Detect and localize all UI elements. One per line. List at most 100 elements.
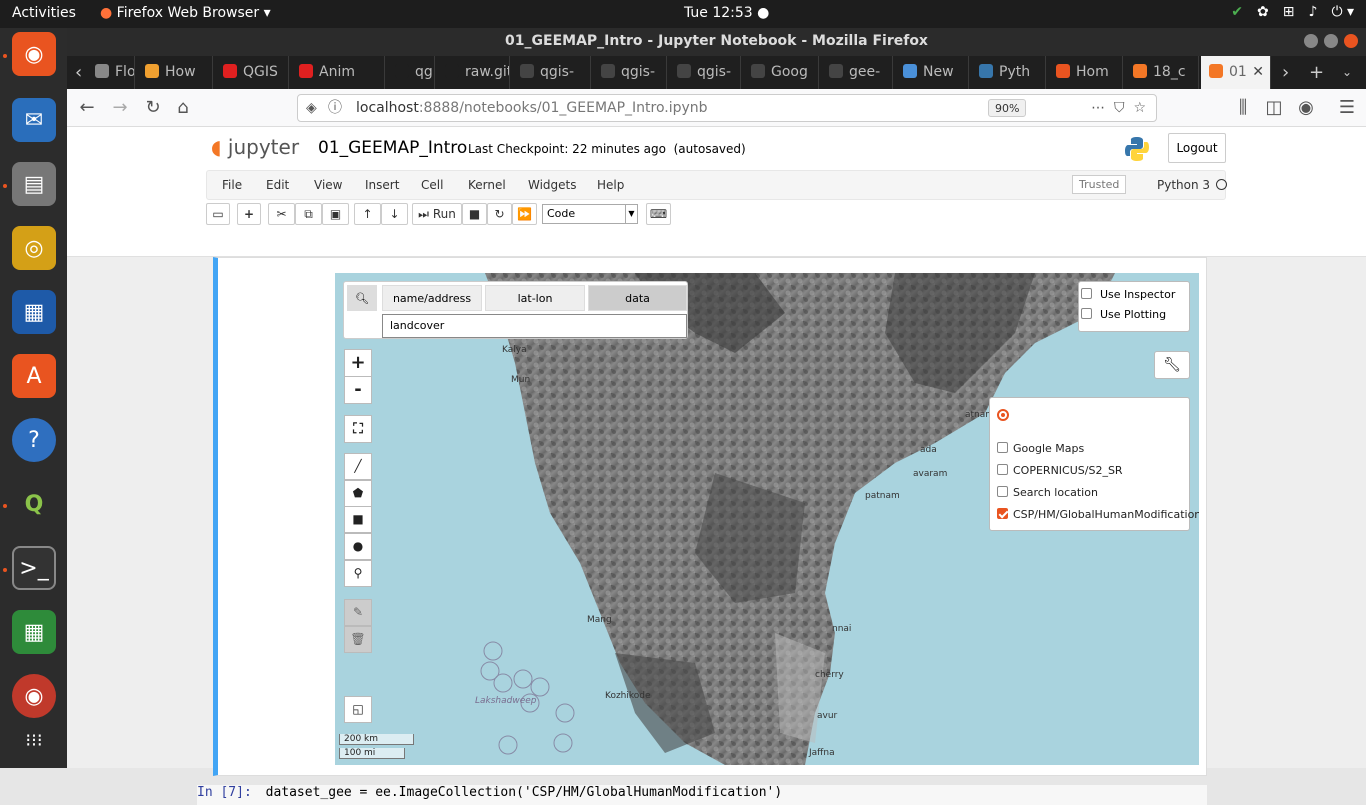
menu-widgets[interactable]: Widgets — [528, 178, 577, 192]
pocket-icon[interactable]: ⛉ — [1114, 100, 1125, 116]
command-palette-icon[interactable]: ⌨ — [646, 203, 671, 225]
info-icon[interactable]: ⓘ — [328, 95, 342, 121]
url-bar[interactable]: ◈ ⓘ localhost:8888/notebooks/01_GEEMAP_I… — [297, 94, 1157, 122]
browser-tab[interactable]: Pyth — [971, 56, 1046, 89]
close-window-button[interactable] — [1344, 34, 1358, 48]
move-up-icon[interactable]: ↑ — [354, 203, 381, 225]
browser-tab[interactable]: qgis-ear — [387, 56, 435, 89]
tab-list-icon[interactable]: ⌄ — [1342, 56, 1352, 89]
zoom-in-button[interactable]: + — [344, 349, 372, 377]
restart-run-all-icon[interactable]: ⏩ — [512, 203, 537, 225]
save-icon[interactable]: ▭ — [206, 203, 230, 225]
maximize-button[interactable] — [1324, 34, 1338, 48]
layer-row[interactable]: Search location — [997, 486, 1098, 499]
menu-help[interactable]: Help — [597, 178, 624, 192]
terminal-icon[interactable]: >_ — [12, 546, 56, 590]
browser-tab[interactable]: 18_c — [1125, 56, 1199, 89]
fullscreen-icon[interactable]: ⛶ — [344, 415, 372, 443]
system-tray[interactable]: ✔ ✿ ⊞ ♪ ⏻ ▾ — [1231, 4, 1354, 20]
menu-view[interactable]: View — [314, 178, 342, 192]
reload-icon[interactable]: ↻ — [141, 96, 165, 120]
run-button[interactable]: ⏭ Run — [412, 203, 462, 225]
calc-icon[interactable]: ▦ — [12, 610, 56, 654]
layer-checkbox[interactable] — [997, 464, 1008, 475]
browser-tab[interactable]: Anim — [291, 56, 385, 89]
scroll-tabs-left-icon[interactable]: ‹ — [75, 56, 82, 89]
menu-insert[interactable]: Insert — [365, 178, 399, 192]
wrench-icon[interactable]: 🔧︎ — [1154, 351, 1190, 379]
logout-button[interactable]: Logout — [1168, 133, 1226, 163]
minimize-button[interactable] — [1304, 34, 1318, 48]
copy-icon[interactable]: ⧉ — [295, 203, 322, 225]
software-center-icon[interactable]: A — [12, 354, 56, 398]
settings-icon[interactable]: ✿ — [1257, 4, 1269, 20]
browser-tab[interactable]: qgis- — [593, 56, 667, 89]
hamburger-menu-icon[interactable]: ☰ — [1335, 96, 1359, 120]
next-code-cell[interactable]: In [7]: dataset_gee = ee.ImageCollection… — [197, 785, 1207, 805]
draw-circle-icon[interactable]: ● — [344, 533, 372, 560]
power-icon[interactable]: ⏻ ▾ — [1331, 4, 1354, 20]
clock[interactable]: Tue 12:53 ● — [684, 5, 769, 21]
scroll-tabs-right-icon[interactable]: › — [1282, 56, 1289, 89]
home-icon[interactable]: ⌂ — [171, 96, 195, 120]
draw-rectangle-icon[interactable]: ■ — [344, 506, 372, 533]
thunderbird-icon[interactable]: ✉ — [12, 98, 56, 142]
insert-cell-icon[interactable]: + — [237, 203, 261, 225]
app-menu[interactable]: ● Firefox Web Browser ▾ — [100, 5, 271, 21]
library-icon[interactable]: ⫼ — [1231, 96, 1255, 120]
search-icon[interactable]: 🔍︎ — [347, 285, 377, 311]
browser-tab[interactable]: Goog — [743, 56, 819, 89]
interrupt-icon[interactable]: ■ — [462, 203, 487, 225]
layer-checkbox[interactable] — [997, 442, 1008, 453]
show-apps-icon[interactable]: ⁝⁝⁝ — [12, 718, 56, 762]
output-cell[interactable]: Kalya Mun atnam ada avaram patnam Mang n… — [213, 257, 1207, 776]
jupyter-logo[interactable]: ◖ jupyter — [211, 135, 299, 159]
paste-icon[interactable]: ▣ — [322, 203, 349, 225]
files-icon[interactable]: ▤ — [12, 162, 56, 206]
browser-tab[interactable]: qgis- — [669, 56, 741, 89]
menu-cell[interactable]: Cell — [421, 178, 443, 192]
close-tab-icon[interactable]: ✕ — [1252, 56, 1264, 89]
menu-file[interactable]: File — [222, 178, 242, 192]
qgis-icon[interactable]: Q — [12, 482, 56, 526]
search-tab-data[interactable]: data — [588, 285, 687, 311]
basemap-radio[interactable] — [997, 409, 1009, 421]
writer-icon[interactable]: ▦ — [12, 290, 56, 334]
menu-kernel[interactable]: Kernel — [468, 178, 506, 192]
forward-icon[interactable]: → — [108, 96, 132, 120]
map-widget[interactable]: Kalya Mun atnam ada avaram patnam Mang n… — [335, 273, 1199, 765]
bookmark-star-icon[interactable]: ☆ — [1133, 100, 1146, 116]
activities-button[interactable]: Activities — [12, 5, 76, 21]
zoom-indicator[interactable]: 90% — [988, 99, 1027, 117]
cell-type-select[interactable]: Code ▼ — [542, 204, 638, 224]
search-tab-lat-lon[interactable]: lat-lon — [485, 285, 585, 311]
restart-icon[interactable]: ↻ — [487, 203, 512, 225]
edit-layers-icon[interactable]: ✎ — [344, 599, 372, 626]
network-icon[interactable]: ⊞ — [1283, 4, 1295, 20]
checkbox[interactable] — [1081, 288, 1092, 299]
layer-row[interactable]: CSP/HM/GlobalHumanModification — [997, 508, 1199, 521]
layer-checkbox[interactable] — [997, 486, 1008, 497]
move-down-icon[interactable]: ↓ — [381, 203, 408, 225]
browser-tab[interactable]: Flooc — [87, 56, 135, 89]
measure-icon[interactable]: ◱ — [344, 696, 372, 723]
search-input[interactable]: landcover — [382, 314, 687, 338]
trusted-indicator[interactable]: Trusted — [1072, 175, 1127, 194]
shield-icon[interactable]: ◈ — [306, 95, 317, 121]
menu-edit[interactable]: Edit — [266, 178, 289, 192]
browser-tab[interactable]: How — [137, 56, 213, 89]
kernel-name[interactable]: Python 3 — [1157, 178, 1210, 192]
sidebar-icon[interactable]: ◫ — [1262, 96, 1286, 120]
browser-tab[interactable]: New — [895, 56, 969, 89]
cut-icon[interactable]: ✂ — [268, 203, 295, 225]
volume-icon[interactable]: ♪ — [1309, 4, 1318, 20]
layer-checkbox[interactable] — [997, 508, 1008, 519]
update-icon[interactable]: ✔ — [1231, 4, 1243, 20]
new-tab-icon[interactable]: + — [1309, 56, 1324, 89]
delete-layers-icon[interactable]: 🗑︎ — [344, 626, 372, 653]
draw-polyline-icon[interactable]: ╱ — [344, 453, 372, 480]
draw-polygon-icon[interactable]: ⬟ — [344, 480, 372, 507]
more-actions-icon[interactable]: ⋯ — [1091, 100, 1105, 116]
help-icon[interactable]: ? — [12, 418, 56, 462]
chrome-icon[interactable]: ◉ — [12, 674, 56, 718]
